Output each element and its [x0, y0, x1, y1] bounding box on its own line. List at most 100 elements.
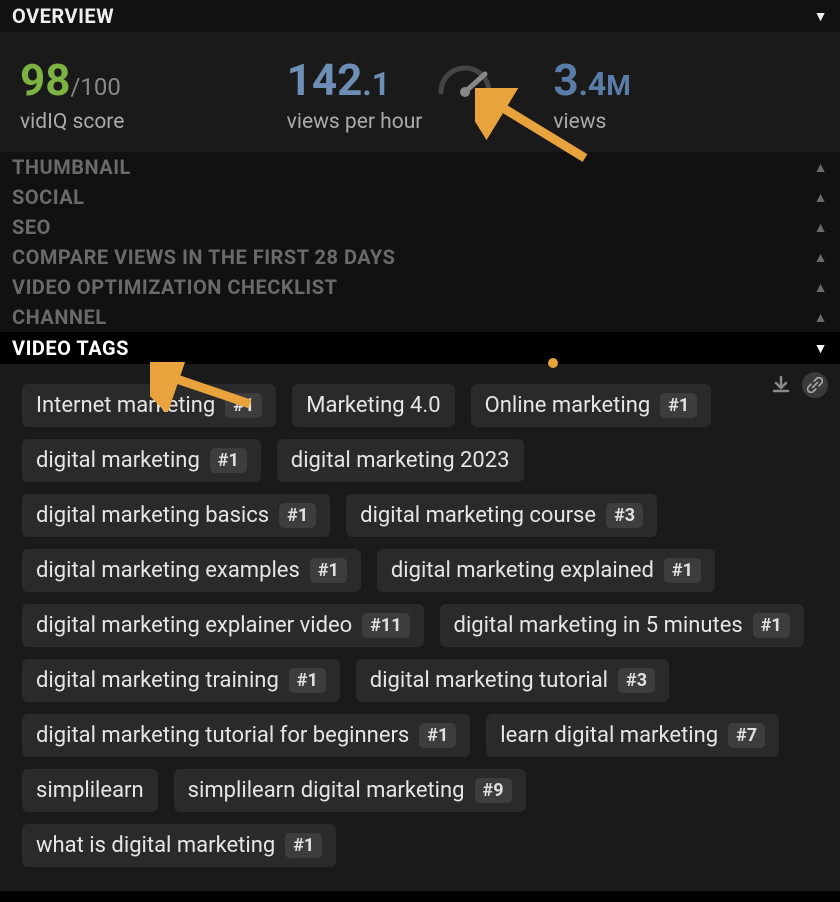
stat-vph: 142.1 views per hour: [287, 54, 554, 134]
tag-pill[interactable]: simplilearn digital marketing #9: [174, 769, 526, 812]
tag-pill[interactable]: Internet marketing #1: [22, 384, 276, 427]
annotation-dot: [548, 358, 558, 368]
tag-pill[interactable]: digital marketing in 5 minutes #1: [440, 604, 804, 647]
tag-label: digital marketing course: [360, 503, 596, 528]
download-icon[interactable]: [768, 372, 794, 398]
section-header-seo[interactable]: SEO ▲: [0, 212, 840, 242]
tag-pill[interactable]: digital marketing course #3: [346, 494, 657, 537]
tag-rank: #1: [225, 393, 262, 418]
vph-main: 142: [287, 54, 363, 106]
tag-rank: #1: [660, 393, 697, 418]
tag-rank: #1: [279, 503, 316, 528]
section-title: THUMBNAIL: [12, 155, 131, 179]
gauge-icon: [435, 58, 495, 98]
score-label: vidIQ score: [20, 110, 287, 134]
tag-rank: #7: [728, 723, 765, 748]
tag-label: digital marketing explained: [391, 558, 654, 583]
tag-label: Online marketing: [485, 393, 651, 418]
section-header-channel[interactable]: CHANNEL ▲: [0, 302, 840, 332]
tag-pill[interactable]: simplilearn: [22, 769, 158, 812]
tag-rank: #1: [289, 668, 326, 693]
views-label: views: [553, 110, 820, 134]
tag-pill[interactable]: digital marketing training#1: [22, 659, 340, 702]
tag-pill[interactable]: Online marketing #1: [471, 384, 712, 427]
tags-list: Internet marketing #1 Marketing 4.0 Online …: [22, 384, 818, 867]
tag-pill[interactable]: Marketing 4.0: [292, 384, 454, 427]
views-main: 3: [553, 54, 578, 106]
stat-score: 98/100 vidIQ score: [20, 54, 287, 134]
tag-rank: #3: [606, 503, 643, 528]
tag-label: digital marketing tutorial: [370, 668, 608, 693]
tag-label: simplilearn: [36, 778, 144, 803]
section-title: SOCIAL: [12, 185, 84, 209]
section-header-social[interactable]: SOCIAL ▲: [0, 182, 840, 212]
expand-icon: ▲: [814, 279, 828, 296]
tag-pill[interactable]: digital marketing basics #1: [22, 494, 330, 537]
tag-pill[interactable]: digital marketing explained #1: [377, 549, 715, 592]
section-title: COMPARE VIEWS IN THE FIRST 28 DAYS: [12, 245, 395, 269]
tag-pill[interactable]: digital marketing tutorial for beginners…: [22, 714, 470, 757]
tag-label: digital marketing basics: [36, 503, 269, 528]
section-header-compare[interactable]: COMPARE VIEWS IN THE FIRST 28 DAYS ▲: [0, 242, 840, 272]
section-title: VIDEO TAGS: [12, 336, 129, 360]
vph-value: 142.1: [287, 54, 554, 106]
tag-rank: #3: [618, 668, 655, 693]
tag-label: what is digital marketing: [36, 833, 275, 858]
views-dec: .4: [579, 65, 607, 103]
tag-label: digital marketing: [36, 448, 200, 473]
section-title: OVERVIEW: [12, 4, 114, 28]
collapse-icon: ▼: [814, 340, 828, 357]
vidiq-panel: OVERVIEW ▼ 98/100 vidIQ score 142.1 view…: [0, 0, 840, 891]
tag-rank: #11: [362, 613, 409, 638]
tag-rank: #1: [210, 448, 247, 473]
collapsed-sections: THUMBNAIL ▲ SOCIAL ▲ SEO ▲ COMPARE VIEWS…: [0, 152, 840, 332]
tag-label: digital marketing explainer video: [36, 613, 352, 638]
score-value: 98/100: [20, 54, 287, 106]
vph-dec: .1: [362, 65, 390, 103]
video-tags-body: Internet marketing #1 Marketing 4.0 Online …: [0, 364, 840, 891]
tag-label: Internet marketing: [36, 393, 215, 418]
tag-label: digital marketing tutorial for beginners: [36, 723, 409, 748]
tag-rank: #9: [475, 778, 512, 803]
tag-rank: #1: [419, 723, 456, 748]
vph-label: views per hour: [287, 110, 554, 134]
section-title: SEO: [12, 215, 51, 239]
tag-label: simplilearn digital marketing: [188, 778, 465, 803]
views-unit: M: [606, 69, 631, 102]
expand-icon: ▲: [814, 159, 828, 176]
tag-label: Marketing 4.0: [306, 393, 440, 418]
tag-rank: #1: [753, 613, 790, 638]
score-max: /100: [71, 73, 121, 101]
tag-pill[interactable]: digital marketing #1: [22, 439, 261, 482]
overview-stats: 98/100 vidIQ score 142.1 views per hour …: [0, 32, 840, 152]
tag-label: learn digital marketing: [500, 723, 718, 748]
stat-views: 3.4M views: [553, 54, 820, 134]
tag-pill[interactable]: digital marketing tutorial #3: [356, 659, 669, 702]
section-header-video-tags[interactable]: VIDEO TAGS ▼: [0, 332, 840, 364]
score-main: 98: [20, 54, 71, 106]
tag-pill[interactable]: digital marketing examples #1: [22, 549, 361, 592]
expand-icon: ▲: [814, 309, 828, 326]
tag-label: digital marketing in 5 minutes: [454, 613, 743, 638]
section-header-thumbnail[interactable]: THUMBNAIL ▲: [0, 152, 840, 182]
expand-icon: ▲: [814, 189, 828, 206]
tag-rank: #1: [664, 558, 701, 583]
tag-pill[interactable]: what is digital marketing #1: [22, 824, 336, 867]
section-title: CHANNEL: [12, 305, 107, 329]
tag-pill[interactable]: digital marketing explainer video #11: [22, 604, 424, 647]
expand-icon: ▲: [814, 219, 828, 236]
expand-icon: ▲: [814, 249, 828, 266]
section-header-overview[interactable]: OVERVIEW ▼: [0, 0, 840, 32]
section-header-checklist[interactable]: VIDEO OPTIMIZATION CHECKLIST ▲: [0, 272, 840, 302]
collapse-icon: ▼: [814, 8, 828, 25]
section-title: VIDEO OPTIMIZATION CHECKLIST: [12, 275, 337, 299]
link-icon[interactable]: [802, 372, 828, 398]
tag-label: digital marketing 2023: [291, 448, 510, 473]
tag-rank: #1: [285, 833, 322, 858]
tag-pill[interactable]: learn digital marketing #7: [486, 714, 779, 757]
tag-label: digital marketing examples: [36, 558, 300, 583]
views-value: 3.4M: [553, 54, 820, 106]
tags-toolbar: [768, 372, 828, 398]
tag-pill[interactable]: digital marketing 2023: [277, 439, 524, 482]
tag-rank: #1: [310, 558, 347, 583]
